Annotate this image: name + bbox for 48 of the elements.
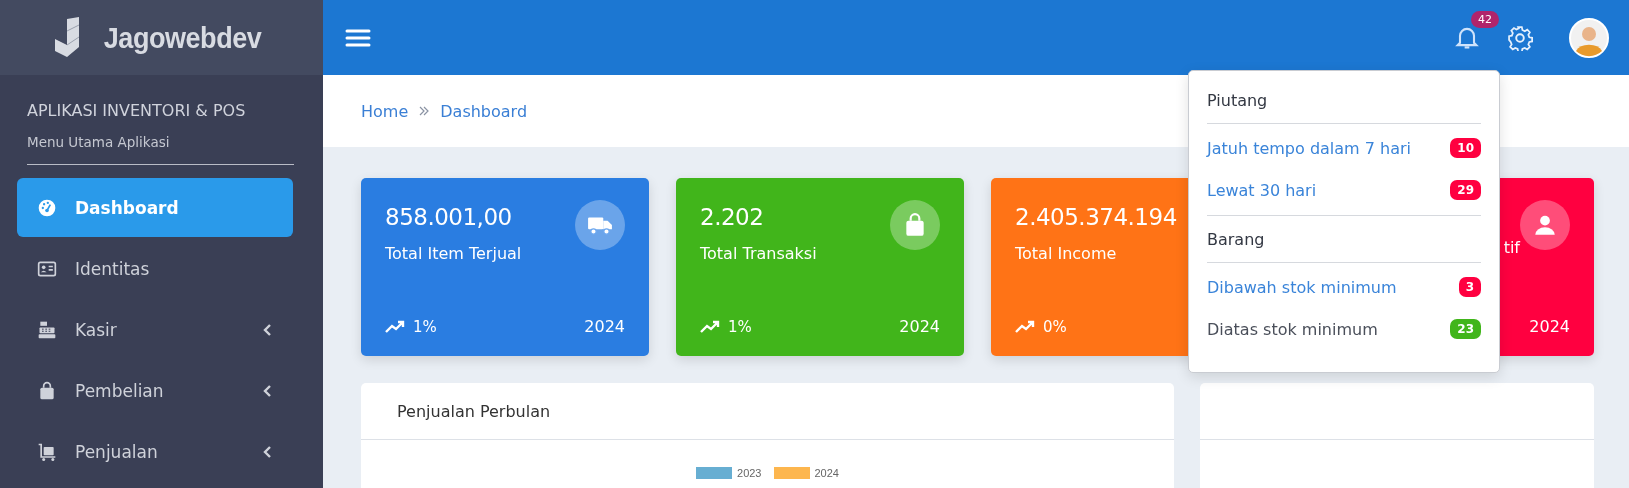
- dropdown-item[interactable]: Jatuh tempo dalam 7 hari: [1207, 138, 1411, 158]
- count-badge: 3: [1458, 277, 1481, 297]
- stat-label: Total Income: [1015, 244, 1118, 263]
- stat-label: Total Item Terjual: [385, 244, 522, 263]
- stat-year: 2024: [899, 317, 940, 336]
- count-badge: 29: [1450, 180, 1481, 200]
- sidebar-item[interactable]: Pembelian: [17, 361, 293, 420]
- stat-year: 2024: [1529, 317, 1570, 336]
- brand-name: Jagowebdev: [103, 20, 262, 55]
- stat-year: 2024: [584, 317, 625, 336]
- stat-value: 2.202: [700, 204, 765, 230]
- app-title: APLIKASI INVENTORI & POS: [27, 101, 247, 120]
- legend-label: 2023: [737, 467, 762, 479]
- trolley-icon: [37, 441, 57, 462]
- sidebar-item[interactable]: Kasir: [17, 300, 293, 359]
- stat-label: tif: [1503, 238, 1520, 257]
- trending-up-icon: [700, 319, 720, 334]
- breadcrumb-link[interactable]: Home: [361, 101, 409, 121]
- count-badge: 23: [1450, 319, 1481, 339]
- trend-value: 1%: [728, 317, 752, 336]
- breadcrumb-link[interactable]: Dashboard: [440, 101, 528, 121]
- speedometer-icon: [37, 197, 57, 218]
- menu-caption: Menu Utama Aplikasi: [27, 134, 171, 150]
- panel-title: Penjualan Perbulan: [397, 401, 551, 421]
- trending-up-icon: [1015, 320, 1035, 334]
- truck-icon: [575, 200, 625, 250]
- sidebar-item[interactable]: Identitas: [17, 239, 293, 298]
- stat-value: 858.001,00: [385, 204, 513, 230]
- user-icon: [1520, 200, 1570, 250]
- count-badge: 10: [1450, 138, 1481, 158]
- sidebar-item[interactable]: Penjualan: [17, 422, 293, 481]
- trending-up-icon: [385, 319, 405, 334]
- dropdown-item[interactable]: Lewat 30 hari: [1207, 180, 1317, 200]
- stat-value: 2.405.374.194: [1015, 204, 1177, 230]
- avatar-icon[interactable]: [1569, 17, 1609, 58]
- dropdown-item[interactable]: Dibawah stok minimum: [1207, 277, 1397, 297]
- trend-value: 1%: [413, 317, 437, 336]
- settings-icon[interactable]: [1507, 24, 1533, 51]
- trend-value: 0%: [1043, 318, 1067, 336]
- stat-label: Total Transaksi: [700, 244, 817, 263]
- section-heading: Piutang: [1207, 91, 1268, 110]
- notification-count: 42: [1471, 10, 1499, 28]
- sidebar-item[interactable]: Dashboard: [17, 178, 293, 237]
- separator-icon: [418, 105, 431, 117]
- legend-label: 2024: [814, 467, 839, 479]
- section-heading: Barang: [1207, 230, 1265, 249]
- dropdown-item[interactable]: Diatas stok minimum: [1207, 319, 1378, 339]
- cash-register-icon: [37, 319, 57, 340]
